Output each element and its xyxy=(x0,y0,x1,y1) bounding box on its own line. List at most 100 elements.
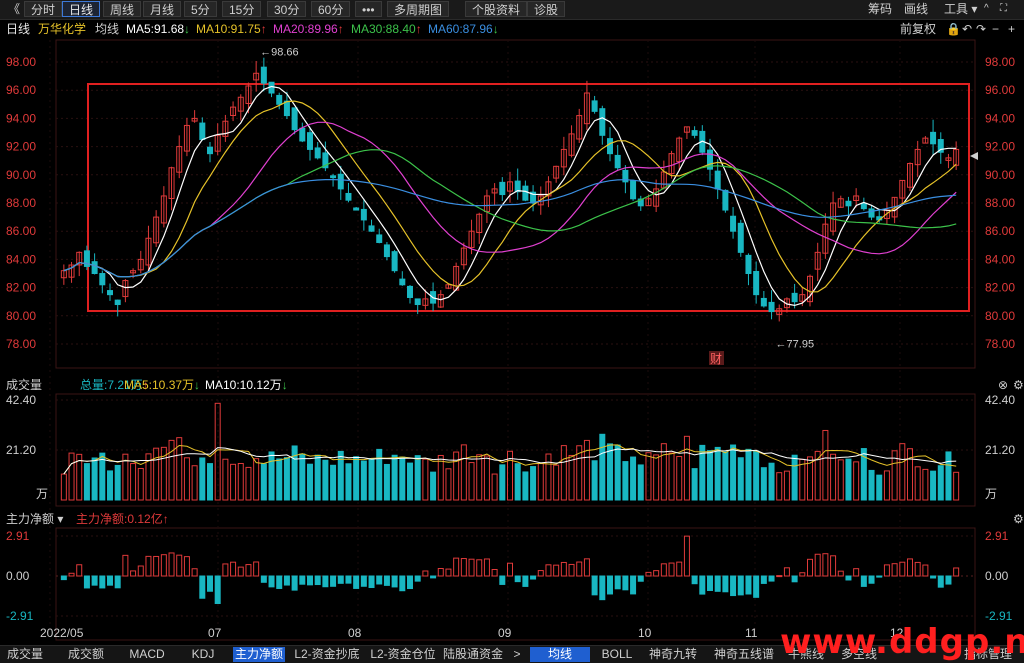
flow-bar xyxy=(560,561,567,577)
date-tick: 11 xyxy=(745,626,758,640)
flow-bar xyxy=(737,575,744,596)
volume-ma-lines xyxy=(63,444,957,475)
flow-bar xyxy=(245,564,252,577)
grid-lines xyxy=(49,39,976,641)
volume-bar xyxy=(107,470,113,501)
candle-body xyxy=(791,292,798,303)
flow-bar xyxy=(937,575,944,588)
volume-bar xyxy=(591,460,598,501)
price-tick-right: 94.00 xyxy=(985,111,1015,125)
flow-bar xyxy=(483,558,490,577)
candle-body xyxy=(407,285,413,298)
volume-bar xyxy=(368,458,375,501)
bottom-tab[interactable]: KDJ xyxy=(183,647,223,662)
volume-bar xyxy=(460,444,467,501)
flow-bar xyxy=(730,575,737,597)
flow-bar xyxy=(676,561,683,577)
flow-bar xyxy=(514,575,521,583)
volume-tick-left: 42.40 xyxy=(6,393,36,407)
candles xyxy=(60,57,960,322)
volume-bar xyxy=(153,447,160,501)
chart-canvas[interactable]: ←98.66←77.95财 98.00 98.0096.00 96.0094.00 9… xyxy=(0,0,1024,662)
volume-bar xyxy=(383,463,390,501)
flow-bar xyxy=(868,575,875,584)
flow-value: 主力净额:0.12亿↑ xyxy=(76,512,169,526)
flow-panel-title[interactable]: 主力净额 ▾ xyxy=(6,510,63,528)
bottom-tab[interactable]: > xyxy=(510,647,524,662)
candle-body xyxy=(768,301,775,313)
bottom-tab[interactable]: BOLL xyxy=(596,647,638,662)
flow-bar xyxy=(222,563,229,577)
price-tick-right: 92.00 xyxy=(985,140,1015,154)
candle-body xyxy=(360,208,367,221)
bottom-tab[interactable]: 神奇九转 xyxy=(640,647,706,662)
bottom-tab[interactable]: 主力净额 xyxy=(233,647,285,662)
price-tick-left: 98.00 xyxy=(6,55,36,69)
date-tick: 09 xyxy=(498,626,512,640)
volume-unit-right: 万 xyxy=(985,487,997,501)
flow-bar xyxy=(722,575,729,593)
volume-bar xyxy=(914,466,921,501)
flow-bar xyxy=(230,561,237,577)
volume-bar xyxy=(476,454,483,501)
gear-icon[interactable]: ⚙ xyxy=(1013,510,1024,528)
ma-lines xyxy=(63,85,957,307)
volume-bar xyxy=(799,458,806,501)
price-tick-right: 86.00 xyxy=(985,224,1015,238)
flow-bar xyxy=(776,575,783,578)
volume-bar xyxy=(168,439,175,501)
volume-bar xyxy=(668,452,675,501)
gear-icon[interactable]: ⚙ xyxy=(1013,376,1024,394)
candle-body xyxy=(614,154,621,169)
bottom-tab[interactable]: L2-资金仓位 xyxy=(366,647,440,662)
volume-panel-title[interactable]: 成交量 xyxy=(6,376,42,394)
bottom-tab[interactable]: 成交额 xyxy=(60,647,112,662)
bottom-tab[interactable]: 均线 xyxy=(530,647,590,662)
candle-body xyxy=(691,130,698,136)
price-tick-left: 86.00 xyxy=(6,224,36,238)
price-tick-right: 90.00 xyxy=(985,168,1015,182)
flow-bar xyxy=(107,575,113,586)
candle-body xyxy=(353,207,360,211)
price-tick-right: 88.00 xyxy=(985,196,1015,210)
flow-tick-left: -2.91 xyxy=(6,609,34,623)
flow-bar xyxy=(414,575,421,582)
volume-bar xyxy=(137,467,144,501)
flow-bar xyxy=(360,575,367,587)
flow-bar xyxy=(668,562,675,577)
flow-bar xyxy=(714,575,721,592)
flow-tick-right: -2.91 xyxy=(985,609,1013,623)
volume-bar xyxy=(907,448,913,501)
volume-bar xyxy=(607,443,613,501)
volume-bar xyxy=(453,451,460,501)
bottom-tab[interactable]: L2-资金抄底 xyxy=(291,647,363,662)
candle-body xyxy=(930,131,937,145)
price-tick-left: 80.00 xyxy=(6,309,36,323)
volume-bar xyxy=(714,446,721,501)
bottom-tab[interactable]: MACD xyxy=(118,647,176,662)
volume-bar xyxy=(60,473,67,501)
candle-body xyxy=(845,200,852,207)
flow-bar xyxy=(699,575,706,595)
bottom-tab[interactable]: 成交量 xyxy=(0,647,50,662)
close-icon[interactable]: ⊗ xyxy=(998,376,1008,394)
volume-bar xyxy=(468,462,475,501)
candle-body xyxy=(753,270,760,296)
candle-body xyxy=(868,208,875,218)
flow-bar xyxy=(899,561,906,577)
bottom-tab[interactable]: 神奇五线谱 xyxy=(708,647,780,662)
flow-bar xyxy=(745,575,752,595)
volume-bar xyxy=(353,456,360,501)
flow-bar xyxy=(807,558,813,577)
flow-bar xyxy=(183,556,190,577)
flow-bar xyxy=(945,575,952,585)
volume-bar xyxy=(899,443,906,501)
flow-bar xyxy=(476,559,483,577)
ma30-line xyxy=(63,149,957,278)
candle-body xyxy=(345,192,352,201)
event-badge: 财 xyxy=(710,352,722,366)
bottom-tab[interactable]: 陆股通资金 xyxy=(442,647,504,662)
candle-body xyxy=(299,127,306,142)
volume-bar xyxy=(630,456,637,501)
candle-body xyxy=(314,147,321,159)
